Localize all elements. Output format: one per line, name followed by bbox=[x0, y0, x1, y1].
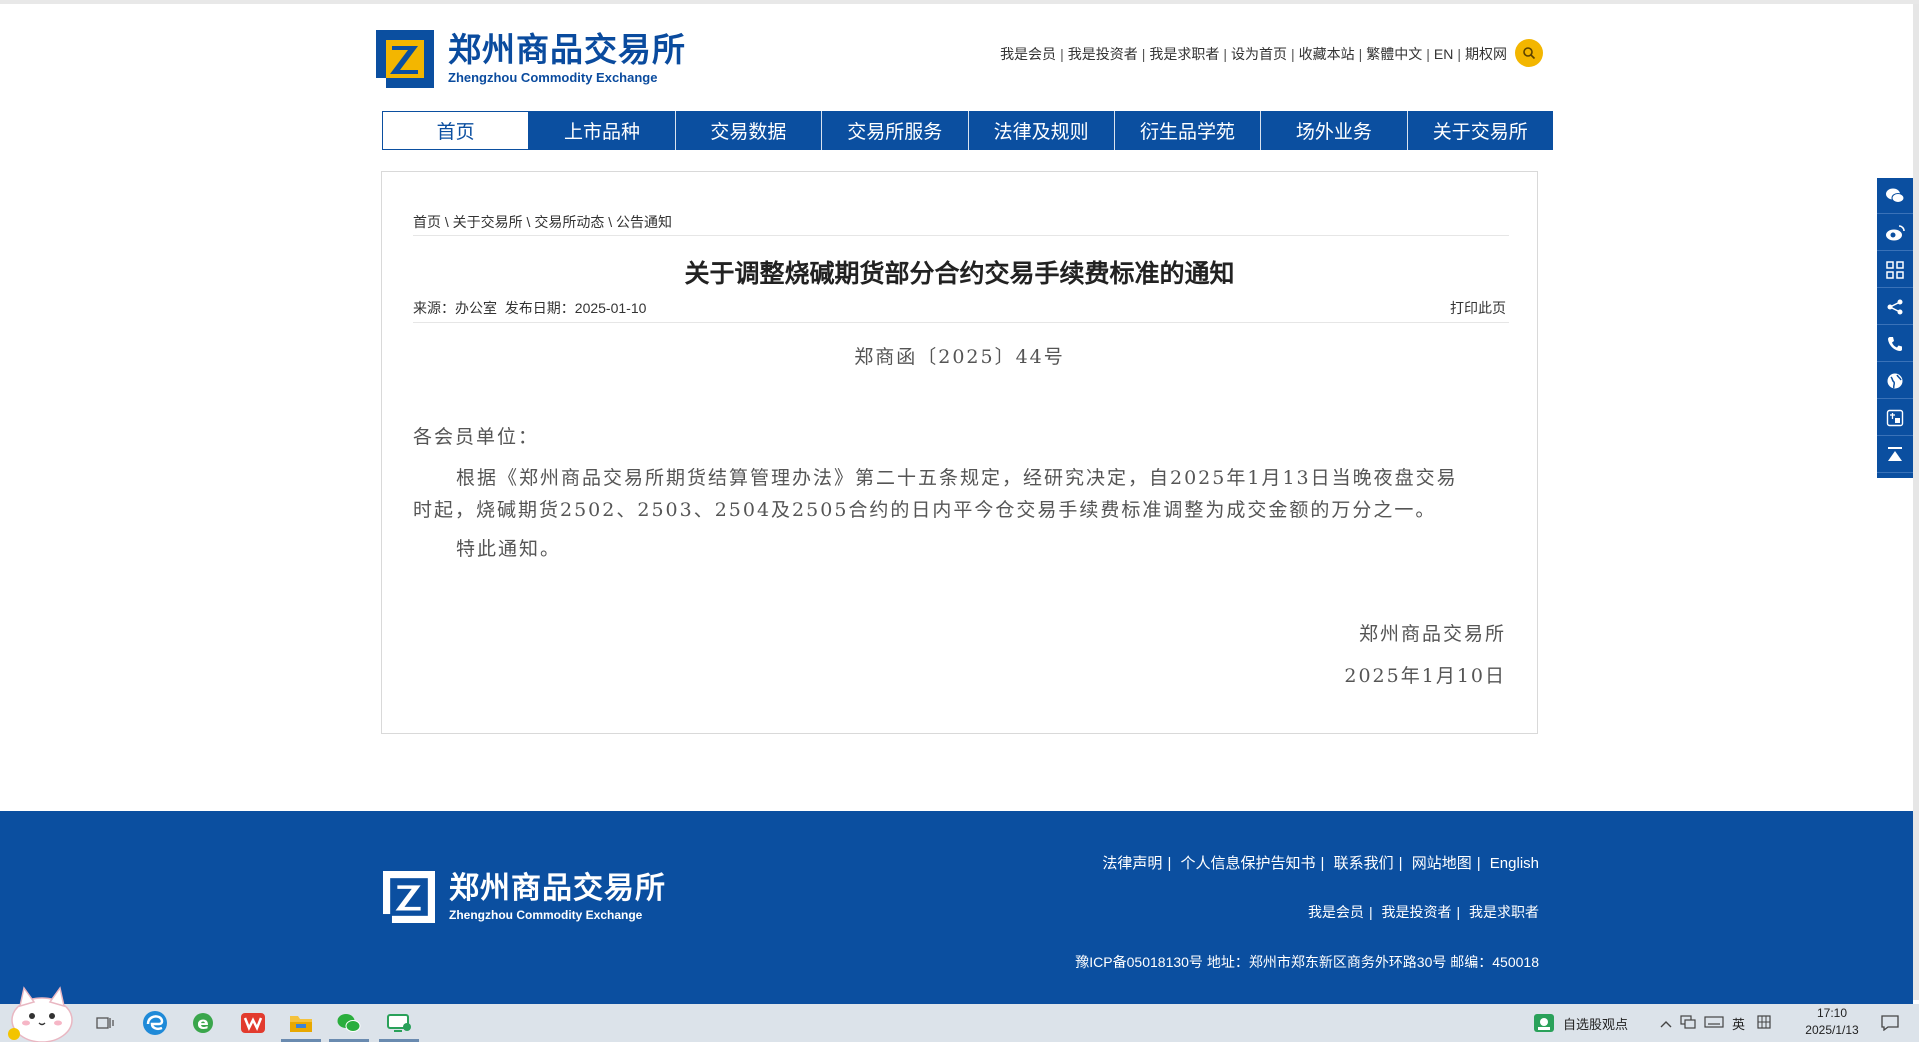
breadcrumb-about[interactable]: 关于交易所 bbox=[453, 214, 523, 230]
tray-stock-label: 自选股观点 bbox=[1563, 1016, 1629, 1032]
print-page-link[interactable]: 打印此页 bbox=[1450, 298, 1506, 318]
logo-subtitle: Zhengzhou Commodity Exchange bbox=[448, 70, 658, 85]
notification-center-icon[interactable] bbox=[1875, 1008, 1905, 1038]
nav-derivatives-academy[interactable]: 衍生品学苑 bbox=[1115, 111, 1262, 150]
date-label: 发布日期： bbox=[504, 300, 575, 316]
toplink-traditional-chinese[interactable]: 繁體中文 bbox=[1366, 44, 1422, 64]
footer-role-links: 我是会员 | 我是投资者 | 我是求职者 bbox=[1307, 904, 1539, 920]
footer-link-legal[interactable]: 法律声明 bbox=[1102, 855, 1162, 872]
source-value: 办公室 bbox=[455, 300, 497, 316]
desktop-pet-cat-icon[interactable] bbox=[2, 976, 80, 1043]
divider bbox=[413, 322, 1509, 323]
footer-link-english[interactable]: English bbox=[1490, 855, 1539, 872]
top-links: 我是会员 | 我是投资者 | 我是求职者 | 设为首页 | 收藏本站 | 繁體中文 | EN… bbox=[1000, 44, 1507, 64]
network-icon[interactable] bbox=[1680, 1014, 1696, 1032]
toplink-english[interactable]: EN bbox=[1434, 46, 1453, 62]
wechat-app-icon[interactable] bbox=[334, 1008, 364, 1038]
window-top-border bbox=[0, 0, 1919, 4]
ime-grid-icon[interactable] bbox=[1757, 1014, 1771, 1032]
ie-browser-icon[interactable]: e bbox=[188, 1008, 218, 1038]
keyboard-icon[interactable] bbox=[1704, 1015, 1724, 1031]
signature: 郑州商品交易所 bbox=[1358, 623, 1506, 645]
nav-about-exchange[interactable]: 关于交易所 bbox=[1408, 111, 1553, 150]
breadcrumb-home[interactable]: 首页 bbox=[413, 214, 441, 230]
footer-logo-subtitle: Zhengzhou Commodity Exchange bbox=[449, 907, 643, 922]
site-footer: 郑州商品交易所 Zhengzhou Commodity Exchange 法律声… bbox=[0, 811, 1913, 1004]
footer-link-investor[interactable]: 我是投资者 bbox=[1381, 904, 1451, 920]
nav-listed-products[interactable]: 上市品种 bbox=[529, 111, 676, 150]
stock-app-icon bbox=[1534, 1014, 1554, 1032]
search-button[interactable] bbox=[1515, 39, 1543, 67]
source-label: 来源： bbox=[413, 300, 455, 316]
app-grid-icon[interactable] bbox=[1877, 252, 1913, 288]
edge-browser-icon[interactable] bbox=[140, 1008, 170, 1038]
file-explorer-icon[interactable] bbox=[286, 1008, 316, 1038]
footer-links: 法律声明 | 个人信息保护告知书 | 联系我们 | 网站地图 | English bbox=[1102, 855, 1539, 872]
search-icon bbox=[1523, 47, 1536, 60]
toplink-investor[interactable]: 我是投资者 bbox=[1068, 44, 1138, 64]
toplink-set-homepage[interactable]: 设为首页 bbox=[1231, 44, 1287, 64]
footer-link-contact[interactable]: 联系我们 bbox=[1334, 855, 1394, 872]
footer-link-sitemap[interactable]: 网站地图 bbox=[1412, 855, 1472, 872]
chevron-up-icon[interactable] bbox=[1660, 1016, 1672, 1031]
breadcrumb-notices[interactable]: 公告通知 bbox=[616, 214, 672, 230]
weibo-icon[interactable] bbox=[1877, 215, 1913, 251]
toplink-options-site[interactable]: 期权网 bbox=[1465, 44, 1507, 64]
ime-language-indicator[interactable]: 英 bbox=[1732, 1014, 1745, 1033]
footer-logo-mark-icon bbox=[383, 871, 435, 923]
toplink-bookmark[interactable]: 收藏本站 bbox=[1299, 44, 1355, 64]
breadcrumb-news[interactable]: 交易所动态 bbox=[534, 214, 604, 230]
article-meta: 来源：办公室 发布日期：2025-01-10 bbox=[413, 298, 646, 318]
salutation: 各会员单位： bbox=[413, 426, 540, 448]
back-to-top-icon[interactable] bbox=[1877, 437, 1913, 473]
site-logo[interactable]: 郑州商品交易所 Zhengzhou Commodity Exchange bbox=[376, 28, 686, 90]
nav-otc-business[interactable]: 场外业务 bbox=[1261, 111, 1408, 150]
article-panel: 首页 \ 关于交易所 \ 交易所动态 \ 公告通知 关于调整烧碱期货部分合约交易… bbox=[381, 171, 1538, 734]
publish-date: 2025-01-10 bbox=[574, 300, 647, 316]
body-paragraph: 根据《郑州商品交易所期货结算管理办法》第二十五条规定，经研究决定，自2025年1… bbox=[413, 467, 1458, 521]
scrollbar-track[interactable] bbox=[1913, 4, 1919, 1000]
clock-date: 2025/1/13 bbox=[1805, 1023, 1859, 1037]
globe-icon[interactable] bbox=[1877, 363, 1913, 399]
logo-mark-icon bbox=[376, 30, 434, 88]
svg-text:e: e bbox=[197, 1014, 209, 1034]
phone-icon[interactable] bbox=[1877, 326, 1913, 362]
footer-link-jobseeker[interactable]: 我是求职者 bbox=[1469, 904, 1539, 920]
document-number: 郑商函〔2025〕44号 bbox=[854, 346, 1065, 368]
screen-app-icon[interactable] bbox=[384, 1008, 414, 1038]
footer-logo[interactable]: 郑州商品交易所 Zhengzhou Commodity Exchange bbox=[383, 871, 666, 923]
clock-time: 17:10 bbox=[1816, 1006, 1848, 1020]
article-title: 关于调整烧碱期货部分合约交易手续费标准的通知 bbox=[684, 260, 1235, 288]
nav-home[interactable]: 首页 bbox=[382, 111, 530, 150]
tray-stock-app[interactable]: 自选股观点 bbox=[1533, 1004, 1628, 1042]
divider bbox=[413, 235, 1509, 236]
nav-exchange-services[interactable]: 交易所服务 bbox=[822, 111, 969, 150]
nav-laws-rules[interactable]: 法律及规则 bbox=[969, 111, 1115, 150]
translate-icon[interactable] bbox=[1877, 400, 1913, 436]
footer-logo-title: 郑州商品交易所 bbox=[449, 871, 666, 905]
main-nav: 首页 上市品种 交易数据 交易所服务 法律及规则 衍生品学苑 场外业务 关于交易… bbox=[382, 111, 1553, 150]
tray-icons: 英 bbox=[1660, 1004, 1771, 1042]
signature-date: 2025年1月10日 bbox=[1344, 665, 1506, 687]
system-clock[interactable]: 17:10 2025/1/13 bbox=[1792, 1005, 1872, 1039]
logo-title: 郑州商品交易所 bbox=[448, 31, 686, 68]
closing-text: 特此通知。 bbox=[456, 538, 562, 560]
breadcrumb: 首页 \ 关于交易所 \ 交易所动态 \ 公告通知 bbox=[413, 214, 673, 230]
wps-office-icon[interactable] bbox=[238, 1008, 268, 1038]
footer-link-privacy[interactable]: 个人信息保护告知书 bbox=[1181, 855, 1316, 872]
toplink-jobseeker[interactable]: 我是求职者 bbox=[1149, 44, 1219, 64]
nav-trading-data[interactable]: 交易数据 bbox=[676, 111, 823, 150]
wechat-icon[interactable] bbox=[1877, 178, 1913, 214]
task-view-icon[interactable] bbox=[90, 1008, 120, 1038]
footer-link-member[interactable]: 我是会员 bbox=[1308, 904, 1364, 920]
toplink-member[interactable]: 我是会员 bbox=[1000, 44, 1056, 64]
side-toolbar bbox=[1877, 178, 1913, 478]
footer-icp-address: 豫ICP备05018130号 地址：郑州市郑东新区商务外环路30号 邮编：450… bbox=[1075, 954, 1539, 970]
share-icon[interactable] bbox=[1877, 289, 1913, 325]
